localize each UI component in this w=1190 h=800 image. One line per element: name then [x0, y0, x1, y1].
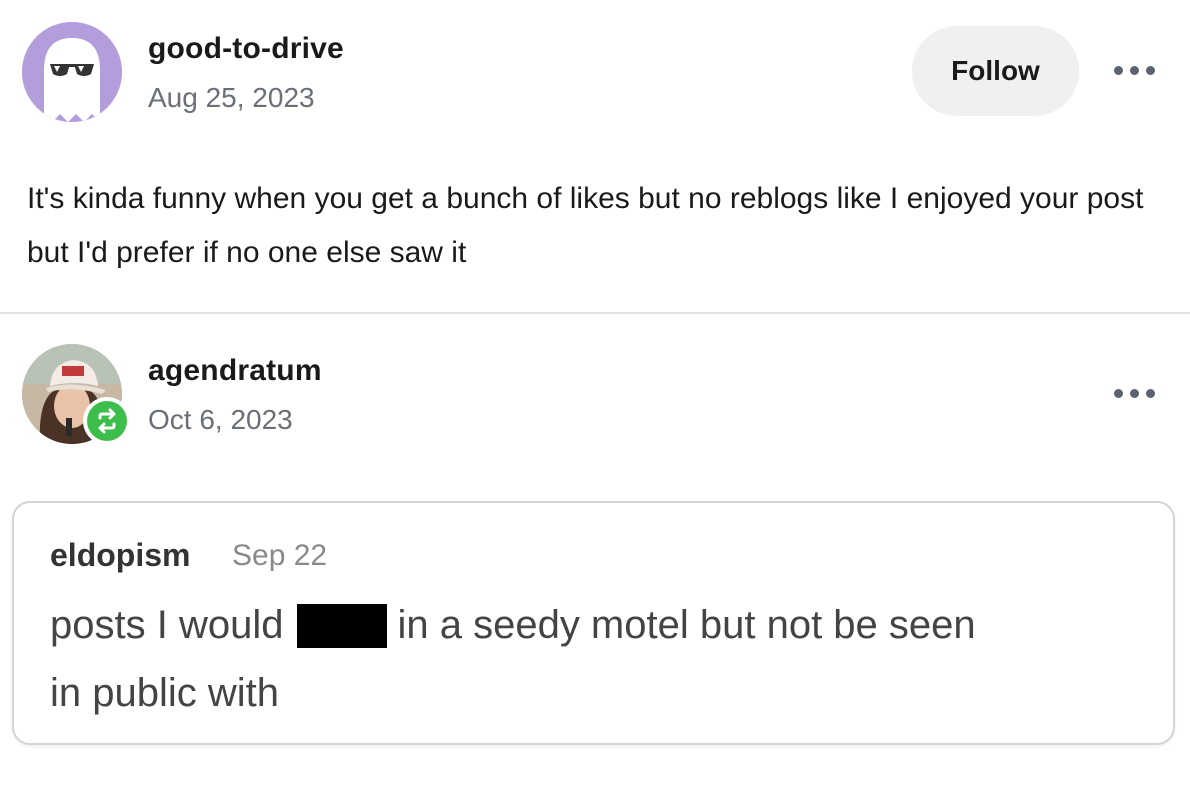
more-options-icon[interactable]	[1110, 382, 1158, 406]
quoted-date: Sep 22	[232, 539, 328, 572]
post-body-text: It's kinda funny when you get a bunch of…	[27, 182, 1144, 269]
reblogger-username[interactable]: agendratum	[148, 354, 322, 388]
ghost-sunglasses-icon	[22, 22, 122, 122]
post-date[interactable]: Aug 25, 2023	[148, 82, 315, 114]
quoted-username[interactable]: eldopism	[50, 537, 190, 574]
avatar[interactable]	[22, 22, 122, 122]
quoted-text-line: in public with	[50, 671, 280, 715]
quoted-text-before-redaction: posts I would	[50, 603, 284, 647]
author-username[interactable]: good-to-drive	[148, 32, 344, 66]
more-options-icon[interactable]	[1110, 59, 1158, 83]
post-good-to-drive: good-to-drive Aug 25, 2023 Follow It's k…	[0, 0, 1190, 314]
quoted-text-after-redaction: in a seedy motel but not be seen	[397, 603, 976, 647]
redaction-box	[297, 604, 388, 648]
reblog-icon	[98, 408, 116, 434]
follow-button[interactable]: Follow	[912, 26, 1079, 116]
reblog-date[interactable]: Oct 6, 2023	[148, 404, 293, 436]
quoted-post-card[interactable]: eldopism Sep 22 posts I would in a seedy …	[12, 501, 1175, 745]
reblog-badge	[83, 397, 131, 445]
quoted-text-line: posts I would in a seedy motel but not be…	[50, 603, 976, 648]
